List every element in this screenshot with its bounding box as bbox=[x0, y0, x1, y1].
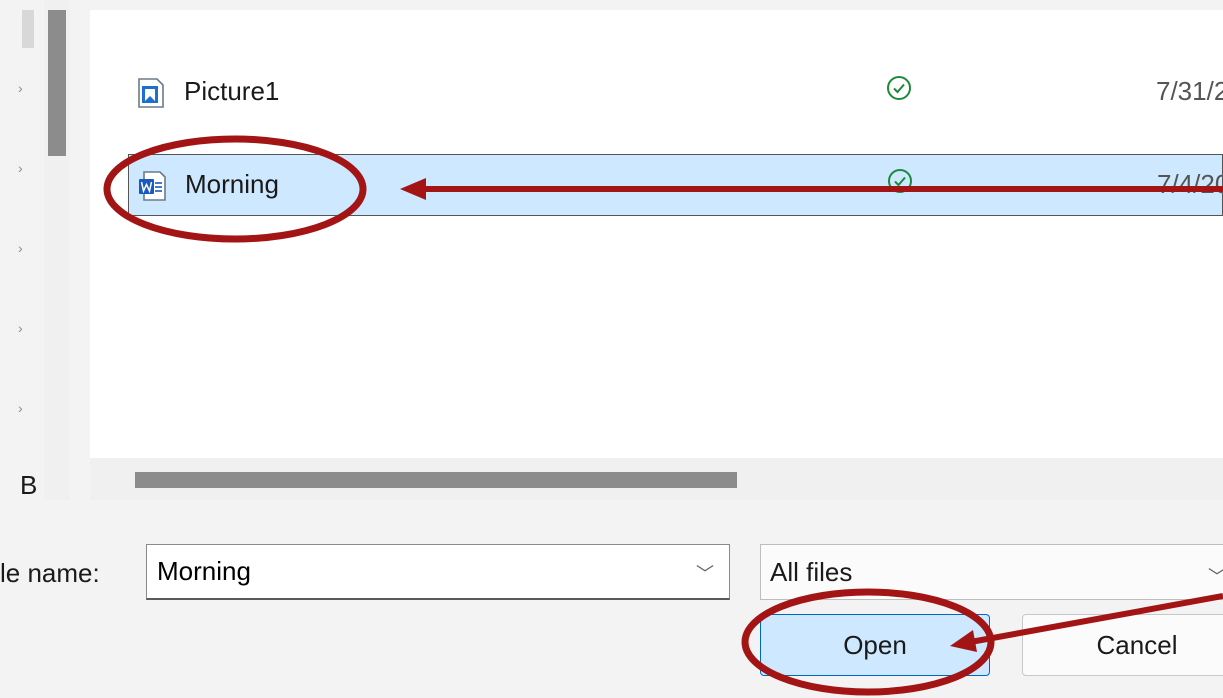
nav-scrollbar-thumb[interactable] bbox=[48, 10, 66, 156]
nav-expand-chevron-icon[interactable]: › bbox=[18, 160, 23, 176]
sync-status-check-icon bbox=[887, 76, 911, 100]
chevron-down-icon[interactable]: ﹀ bbox=[696, 560, 714, 586]
file-type-value: All files bbox=[770, 557, 853, 587]
chevron-down-icon[interactable]: ﹀ bbox=[1208, 563, 1223, 589]
word-document-icon bbox=[139, 171, 166, 201]
cancel-button[interactable]: Cancel bbox=[1022, 614, 1223, 676]
file-name: Picture1 bbox=[184, 76, 280, 106]
sync-status-check-icon bbox=[888, 169, 912, 193]
nav-item-label: B bbox=[20, 470, 38, 500]
file-name-label: le name: bbox=[0, 558, 100, 588]
file-row-picture1[interactable]: Picture1 7/31/20 bbox=[128, 62, 1223, 124]
image-file-icon bbox=[138, 78, 164, 108]
file-row-morning[interactable]: Morning 7/4/20 bbox=[128, 154, 1223, 216]
nav-expand-chevron-icon[interactable]: › bbox=[18, 400, 23, 416]
nav-scroll-segment bbox=[22, 10, 34, 48]
file-name: Morning bbox=[185, 169, 279, 199]
file-name-input[interactable] bbox=[146, 544, 730, 600]
horizontal-scrollbar-thumb[interactable] bbox=[135, 472, 737, 488]
open-button[interactable]: Open bbox=[760, 614, 990, 676]
file-list: Picture1 7/31/20 Morning 7/4/20 bbox=[90, 10, 1223, 458]
nav-expand-chevron-icon[interactable]: › bbox=[18, 80, 23, 96]
nav-expand-chevron-icon[interactable]: › bbox=[18, 240, 23, 256]
file-date: 7/4/20 bbox=[1157, 169, 1223, 199]
nav-expand-chevron-icon[interactable]: › bbox=[18, 320, 23, 336]
navigation-pane: › › › › › B bbox=[0, 0, 44, 500]
file-date: 7/31/20 bbox=[1156, 76, 1223, 106]
